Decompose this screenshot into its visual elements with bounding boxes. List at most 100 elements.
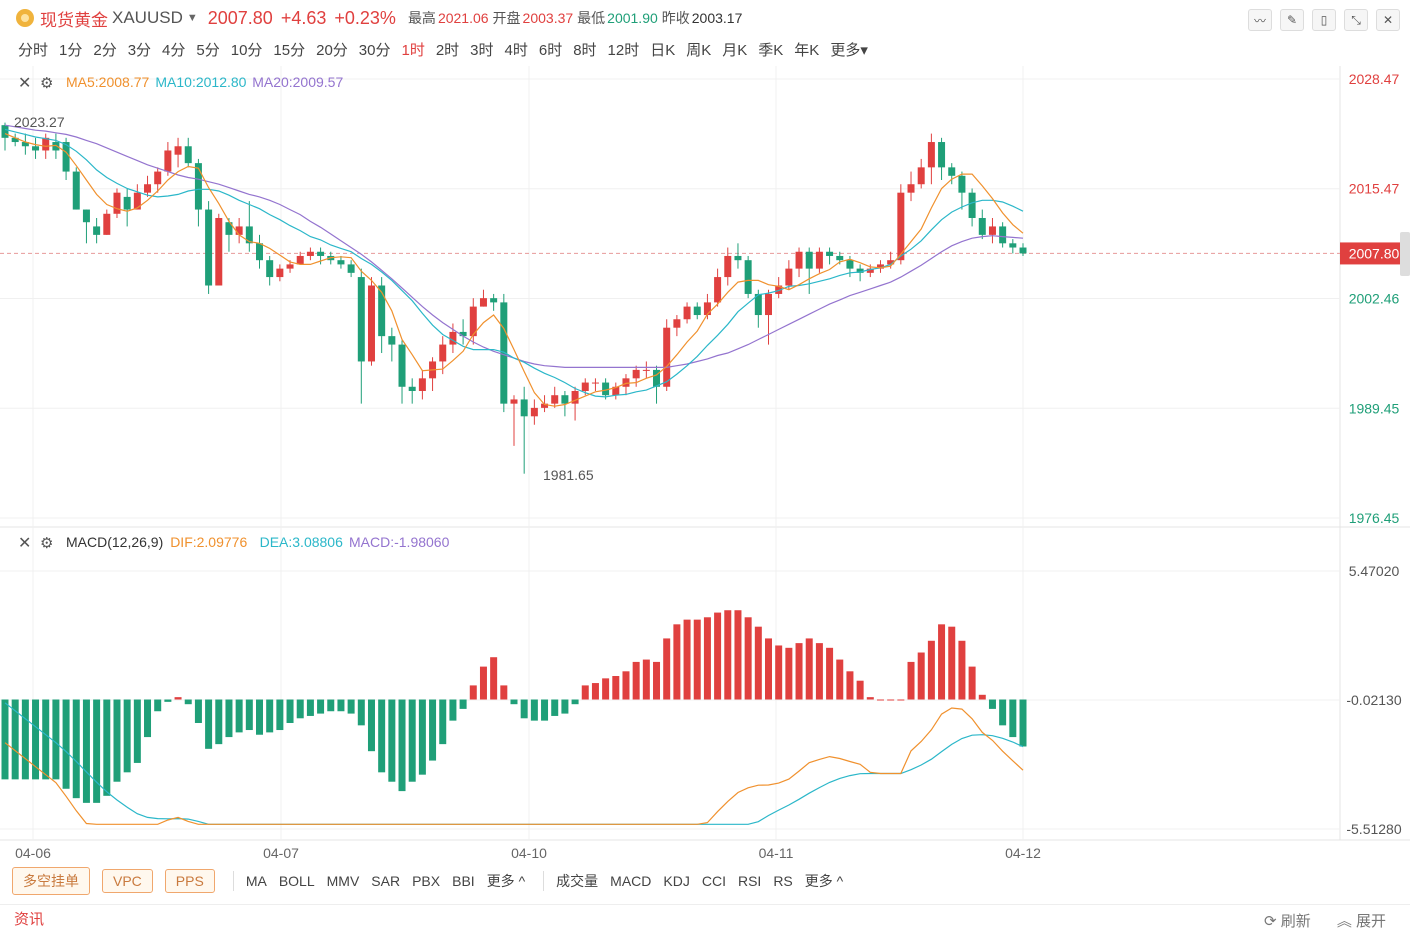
macd-bar	[703, 617, 711, 700]
sub-indicator-2[interactable]: KDJ	[663, 873, 689, 889]
sub-indicator-5[interactable]: RS	[773, 873, 792, 889]
instrument-code[interactable]: XAUUSD	[112, 8, 183, 28]
period-tab-14[interactable]: 6时	[539, 39, 562, 60]
draw-pencil-icon[interactable]: ✎	[1280, 9, 1304, 31]
period-tab-12[interactable]: 3时	[470, 39, 493, 60]
macd-bar	[541, 699, 549, 721]
period-tab-17[interactable]: 日K	[650, 39, 675, 60]
candle-body	[479, 298, 487, 307]
main-indicator-5[interactable]: BBI	[452, 873, 475, 889]
candle-body	[591, 382, 599, 384]
price-change-pct: +0.23%	[334, 7, 396, 28]
macd-bar	[357, 699, 365, 726]
sub-indicator-0[interactable]: 成交量	[556, 871, 598, 891]
macd-bar	[958, 640, 966, 700]
news-label[interactable]: 资讯	[14, 908, 44, 929]
macd-bar	[836, 659, 844, 700]
macd-bar	[887, 699, 895, 701]
ma20-legend: MA20:2009.57	[252, 74, 343, 90]
prev-close-value: 2003.17	[691, 10, 743, 26]
expand-icon: ︽	[1336, 913, 1356, 930]
candle-body	[561, 395, 569, 404]
macd-bar	[591, 683, 599, 700]
candle-body	[999, 226, 1007, 244]
pill-button-0[interactable]: 多空挂单	[12, 867, 90, 895]
macd-bar	[815, 643, 823, 700]
news-bar: 资讯 ⟳ 刷新 ︽ 展开	[0, 904, 1410, 932]
sub-indicator-1[interactable]: MACD	[610, 873, 651, 889]
chevron-down-icon[interactable]: ▼	[187, 12, 198, 24]
pill-button-1[interactable]: VPC	[102, 869, 153, 893]
candle-body	[215, 217, 223, 286]
period-tab-7[interactable]: 15分	[273, 39, 305, 60]
candle-body	[765, 293, 772, 316]
period-tab-5[interactable]: 5分	[196, 39, 219, 60]
macd-bar	[632, 661, 640, 700]
period-tab-4[interactable]: 4分	[162, 39, 185, 60]
period-tab-1[interactable]: 1分	[59, 39, 82, 60]
candle-body	[174, 146, 182, 155]
candle-body	[826, 251, 834, 256]
macd-bar	[367, 699, 375, 752]
period-tab-0[interactable]: 分时	[18, 39, 48, 60]
period-tab-8[interactable]: 20分	[316, 39, 348, 60]
dif-line	[4, 707, 1024, 825]
high-label: 最高	[407, 10, 436, 26]
candle-body	[184, 146, 192, 164]
fullscreen-icon[interactable]: ⤡	[1344, 9, 1368, 31]
period-tab-6[interactable]: 10分	[231, 39, 263, 60]
period-tab-19[interactable]: 月K	[722, 39, 747, 60]
candle-body	[317, 251, 325, 256]
candle-body	[133, 192, 141, 210]
main-indicator-2[interactable]: MMV	[327, 873, 360, 889]
macd-bar	[734, 610, 742, 700]
candle-body	[113, 192, 121, 214]
period-tab-16[interactable]: 12时	[608, 39, 640, 60]
expand-button[interactable]: ︽ 展开	[1337, 910, 1386, 931]
quote-header: 现货黄金 XAUUSD ▼ 2007.80 +4.63 +0.23% 最高 202…	[0, 0, 1410, 36]
macd-bar	[765, 638, 772, 700]
chart-type-icon[interactable]: 〰	[1248, 9, 1272, 31]
macd-bar	[164, 699, 172, 702]
period-tab-15[interactable]: 8时	[573, 39, 596, 60]
period-tab-11[interactable]: 2时	[436, 39, 459, 60]
candle-body	[449, 331, 457, 345]
sub-indicator-4[interactable]: RSI	[738, 873, 761, 889]
main-indicator-6[interactable]: 更多 ^	[487, 871, 525, 891]
candle-body	[256, 243, 263, 261]
period-tab-13[interactable]: 4时	[505, 39, 528, 60]
chart-area[interactable]: 2028.47 2015.47 2002.46 1989.45 1976.45 04-06…	[0, 66, 1410, 866]
candlestick-icon[interactable]: ▯	[1312, 9, 1336, 31]
macd-bar	[581, 685, 589, 700]
main-indicator-0[interactable]: MA	[246, 873, 267, 889]
period-tab-20[interactable]: 季K	[758, 39, 783, 60]
macd-bar	[123, 699, 131, 773]
close-icon[interactable]: ✕	[1376, 9, 1400, 31]
macd-bar	[388, 699, 396, 782]
main-indicator-1[interactable]: BOLL	[279, 873, 315, 889]
period-tab-2[interactable]: 2分	[93, 39, 116, 60]
instrument-name[interactable]: 现货黄金	[40, 6, 108, 31]
time-tick-label: 04-07	[263, 845, 299, 861]
candle-body	[642, 369, 650, 371]
macd-bar	[276, 699, 284, 731]
period-tab-10[interactable]: 1时	[401, 39, 424, 60]
pill-button-2[interactable]: PPS	[164, 869, 215, 893]
price-tick-label: 2028.47	[1349, 71, 1400, 87]
period-tab-9[interactable]: 30分	[359, 39, 391, 60]
period-tab-22[interactable]: 更多▾	[830, 39, 868, 60]
period-tab-3[interactable]: 3分	[128, 39, 151, 60]
sub-indicator-6[interactable]: 更多 ^	[805, 871, 843, 891]
macd-tick-label: 5.47020	[1349, 563, 1400, 579]
macd-bar	[398, 699, 406, 792]
main-indicator-4[interactable]: PBX	[412, 873, 440, 889]
ma5-legend: MA5:2008.77	[66, 74, 149, 90]
macd-bar	[724, 610, 732, 700]
refresh-button[interactable]: ⟳ 刷新	[1264, 910, 1311, 931]
period-tab-18[interactable]: 周K	[686, 39, 711, 60]
macd-bar	[500, 685, 508, 700]
max-price-annotation: 2023.27	[14, 114, 65, 130]
period-tab-21[interactable]: 年K	[794, 39, 819, 60]
main-indicator-3[interactable]: SAR	[371, 873, 400, 889]
sub-indicator-3[interactable]: CCI	[702, 873, 726, 889]
